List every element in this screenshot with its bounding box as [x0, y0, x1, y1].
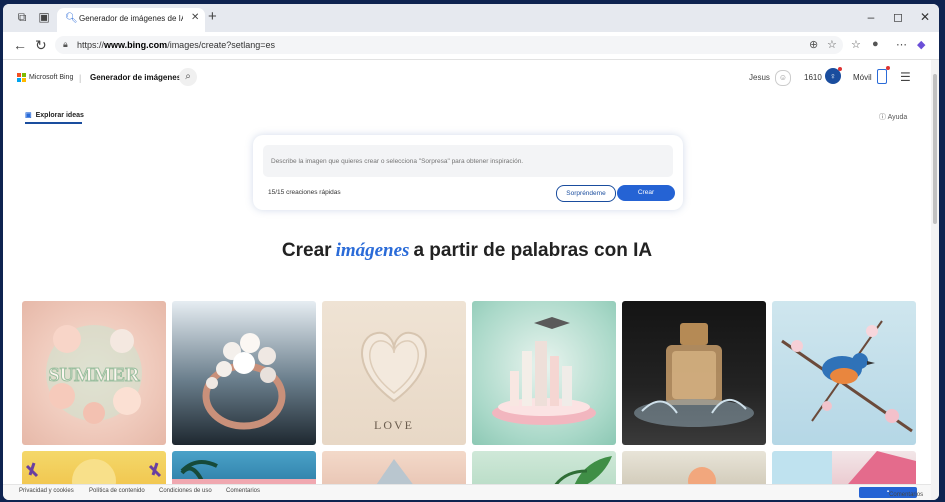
gallery-image-perfume[interactable] [622, 301, 766, 445]
explore-icon: ▣ [25, 112, 32, 119]
help-link[interactable]: ⓘ Ayuda [879, 112, 907, 122]
microsoft-logo-icon [17, 73, 27, 83]
refresh-icon[interactable]: ↻ [35, 37, 47, 54]
footer: Privacidad y cookies Política de conteni… [3, 484, 931, 500]
footer-terms-link[interactable]: Condiciones de uso [159, 488, 212, 494]
gallery-image-sun[interactable] [22, 451, 166, 484]
prompt-input[interactable] [263, 145, 673, 177]
create-button[interactable]: Crear [617, 185, 675, 201]
gallery-image-city[interactable] [472, 301, 616, 445]
svg-text:SUMMER: SUMMER [48, 364, 140, 386]
url-text: https://www.bing.com/images/create?setla… [77, 40, 276, 50]
tab-actions-icon[interactable]: ▣ [37, 10, 51, 24]
flower-icon [688, 467, 716, 484]
prompt-box: 15/15 creaciones rápidas Sorpréndeme Cre… [253, 135, 683, 210]
more-icon[interactable]: ⋯ [896, 38, 907, 51]
tab-bar: ⧉ ▣ 🔍︎ Generador de imágenes de IA gra ✕… [3, 4, 939, 32]
quick-creations-count: 15/15 creaciones rápidas [268, 189, 341, 196]
gallery-image-flower[interactable] [622, 451, 766, 484]
new-tab-icon[interactable]: + [208, 8, 217, 25]
svg-text:LOVE: LOVE [374, 418, 414, 432]
gallery-image-bird[interactable] [772, 301, 916, 445]
product-title[interactable]: Generador de imágenes [90, 73, 181, 82]
summer-wreath-icon: SUMMER [46, 325, 142, 424]
tab-active[interactable]: 🔍︎ Generador de imágenes de IA gra ✕ [57, 8, 205, 32]
minimize-icon[interactable]: – [861, 10, 881, 24]
feedback-button[interactable]: ▪ Comentarios [859, 487, 923, 498]
sun-butterfly-icon [25, 459, 162, 484]
close-window-icon[interactable]: ✕ [915, 10, 935, 24]
workspaces-icon[interactable]: ⧉ [15, 10, 29, 24]
url-field[interactable]: 🔒︎ https://www.bing.com/images/create?se… [55, 36, 843, 54]
abstract-shape-icon [772, 451, 916, 484]
pearl-ring-icon [202, 333, 286, 430]
rewards-icon[interactable]: ♀ [825, 67, 842, 84]
browser-window: ⧉ ▣ 🔍︎ Generador de imágenes de IA gra ✕… [3, 4, 939, 500]
profile-icon[interactable]: ● [872, 38, 879, 50]
lock-icon: 🔒︎ [63, 39, 68, 49]
palm-tree-icon [172, 460, 316, 484]
vertical-scrollbar[interactable] [931, 60, 939, 500]
miniature-city-icon [492, 317, 596, 425]
gallery-image-mountain[interactable] [322, 451, 466, 484]
gallery-image-leaves[interactable] [472, 451, 616, 484]
back-icon[interactable]: ← [13, 37, 27, 53]
footer-content-policy-link[interactable]: Política de contenido [89, 488, 145, 494]
bird-blossom-icon [781, 320, 913, 433]
brand-label[interactable]: Microsoft Bing [29, 74, 73, 81]
maximize-icon[interactable]: ◻ [888, 10, 908, 24]
favorite-star-icon[interactable]: ☆ [827, 38, 837, 51]
avatar[interactable]: ☺ [775, 70, 791, 86]
divider: | [79, 73, 82, 83]
leaves-icon [554, 456, 612, 484]
phone-icon[interactable] [877, 66, 890, 84]
page-content: Microsoft Bing | Generador de imágenes ⌕… [3, 60, 931, 484]
footer-privacy-link[interactable]: Privacidad y cookies [19, 488, 74, 494]
close-tab-icon[interactable]: ✕ [191, 12, 199, 23]
scrollbar-thumb[interactable] [933, 74, 937, 224]
rewards-count[interactable]: 1610 [804, 73, 822, 82]
gallery-image-summer[interactable]: SUMMER [22, 301, 166, 445]
gallery-image-ring[interactable] [172, 301, 316, 445]
page-headline: Crear imágenes a partir de palabras con IA [281, 240, 653, 261]
perfume-bottle-icon [634, 323, 754, 427]
tab-explore-ideas[interactable]: ▣ Explorar ideas [25, 111, 84, 119]
paper-heart-icon: LOVE [361, 331, 427, 432]
favorites-icon[interactable]: ☆ [851, 38, 861, 51]
surprise-button[interactable]: Sorpréndeme [556, 185, 616, 202]
bing-search-icon: 🔍︎ [65, 13, 78, 24]
zoom-icon[interactable]: ⊕ [809, 38, 818, 51]
user-name[interactable]: Jesus [749, 73, 770, 82]
search-icon[interactable]: ⌕ [179, 68, 197, 86]
tab-title: Generador de imágenes de IA gra [79, 14, 183, 23]
gallery-image-palm[interactable] [172, 451, 316, 484]
tab-underline [25, 122, 82, 124]
gallery-image-abstract[interactable] [772, 451, 916, 484]
mobile-link[interactable]: Móvil [853, 73, 872, 82]
gallery-image-love[interactable]: LOVE [322, 301, 466, 445]
address-bar-row: ← ↻ 🔒︎ https://www.bing.com/images/creat… [3, 32, 939, 60]
hamburger-menu-icon[interactable]: ☰ [900, 70, 911, 84]
copilot-icon[interactable]: ◆ [917, 38, 925, 51]
footer-comments-link[interactable]: Comentarios [226, 488, 260, 494]
mountain-icon [376, 459, 413, 484]
